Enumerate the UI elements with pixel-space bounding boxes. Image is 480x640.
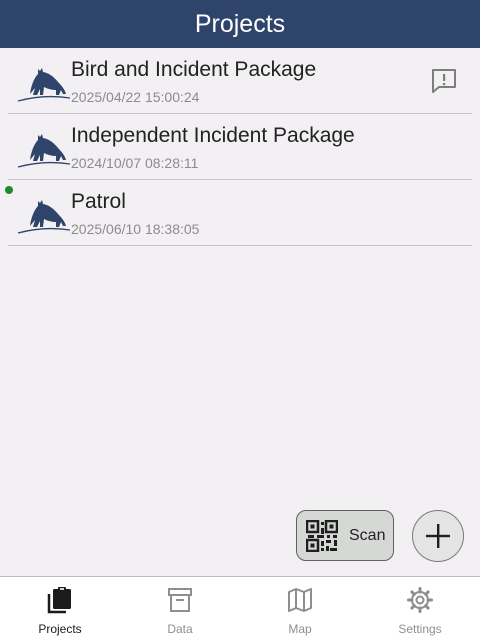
bottom-navigation: Projects Data Map Settings (0, 576, 480, 640)
project-name: Independent Incident Package (71, 124, 355, 147)
nav-tab-settings[interactable]: Settings (360, 577, 480, 640)
map-icon (288, 588, 312, 612)
leopard-logo-icon (17, 134, 71, 168)
project-name: Patrol (71, 190, 126, 213)
project-item-patrol[interactable]: Patrol 2025/06/10 18:38:05 (5, 180, 472, 246)
project-date: 2024/10/07 08:28:11 (71, 155, 199, 171)
scan-button-label: Scan (349, 526, 386, 544)
scan-button[interactable]: Scan (296, 510, 394, 561)
plus-icon (426, 524, 450, 548)
leopard-logo-icon (17, 200, 71, 234)
feedback-icon[interactable] (430, 67, 458, 95)
page-title: Projects (194, 9, 286, 38)
nav-label: Projects (38, 622, 82, 636)
app-header: Projects (0, 0, 480, 48)
active-status-dot (5, 186, 13, 194)
qr-code-icon (306, 519, 338, 552)
project-name: Bird and Incident Package (71, 58, 317, 81)
nav-label: Settings (398, 622, 442, 636)
nav-tab-projects[interactable]: Projects (0, 577, 120, 640)
nav-tab-map[interactable]: Map (240, 577, 360, 640)
nav-label: Map (288, 622, 312, 636)
nav-label: Data (167, 622, 193, 636)
leopard-logo-icon (17, 68, 71, 102)
project-list: Bird and Incident Package 2025/04/22 15:… (0, 48, 480, 246)
project-item-independent-incident-package[interactable]: Independent Incident Package 2024/10/07 … (8, 114, 472, 180)
project-date: 2025/04/22 15:00:24 (71, 89, 200, 105)
project-date: 2025/06/10 18:38:05 (71, 221, 200, 237)
project-item-bird-and-incident-package[interactable]: Bird and Incident Package 2025/04/22 15:… (8, 48, 472, 114)
gear-icon (407, 587, 433, 613)
add-project-button[interactable] (412, 510, 464, 562)
nav-tab-data[interactable]: Data (120, 577, 240, 640)
clipboard-icon (47, 587, 71, 614)
archive-box-icon (168, 588, 192, 612)
